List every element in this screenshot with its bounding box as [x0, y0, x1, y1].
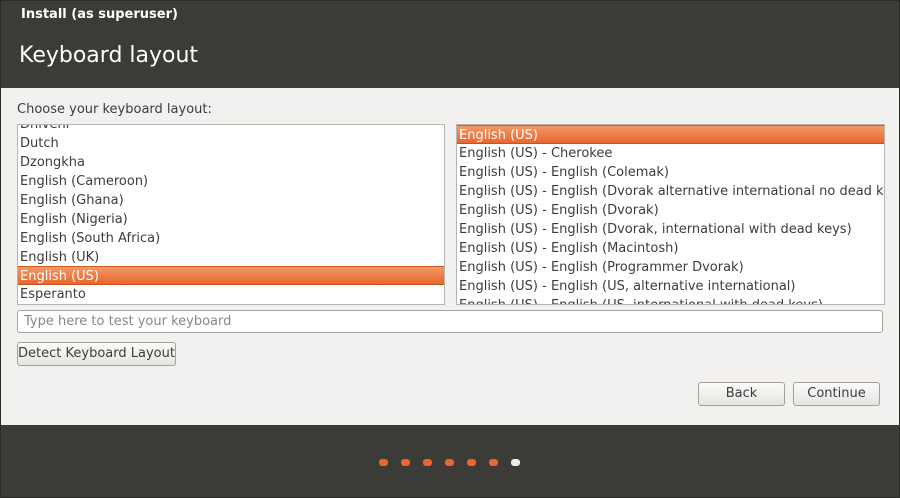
- layout-item-selected[interactable]: English (US): [18, 266, 444, 285]
- progress-dot: [489, 459, 498, 466]
- variant-item[interactable]: English (US) - English (US, internationa…: [457, 296, 884, 304]
- progress-dot: [379, 459, 388, 466]
- layout-item[interactable]: Dutch: [18, 134, 444, 153]
- variant-item[interactable]: English (US) - English (Programmer Dvora…: [457, 258, 884, 277]
- variant-item[interactable]: English (US) - Cherokee: [457, 144, 884, 163]
- window-title: Install (as superuser): [21, 7, 178, 22]
- progress-indicator: [379, 459, 520, 467]
- layout-item[interactable]: Esperanto: [18, 285, 444, 304]
- variant-item[interactable]: English (US) - English (US, alternative …: [457, 277, 884, 296]
- variant-item[interactable]: English (US) - English (Dvorak alternati…: [457, 182, 884, 201]
- detect-layout-button[interactable]: Detect Keyboard Layout: [17, 342, 176, 366]
- layout-item[interactable]: English (South Africa): [18, 229, 444, 248]
- variant-item[interactable]: English (US) - English (Macintosh): [457, 239, 884, 258]
- progress-dot: [445, 459, 454, 466]
- back-button[interactable]: Back: [698, 382, 785, 406]
- variant-item-selected[interactable]: English (US): [457, 125, 884, 144]
- variant-item[interactable]: English (US) - English (Colemak): [457, 163, 884, 182]
- progress-dot: [423, 459, 432, 466]
- layout-item[interactable]: Dhivehi: [18, 125, 444, 134]
- progress-dot-current: [511, 459, 520, 466]
- layout-prompt: Choose your keyboard layout:: [17, 102, 212, 117]
- page-title: Keyboard layout: [19, 43, 199, 68]
- layout-item[interactable]: English (Cameroon): [18, 172, 444, 191]
- footer-bar: [1, 425, 899, 497]
- variant-item[interactable]: English (US) - English (Dvorak, internat…: [457, 220, 884, 239]
- layout-list[interactable]: Dhivehi Dutch Dzongkha English (Cameroon…: [17, 124, 445, 305]
- progress-dot: [401, 459, 410, 466]
- layout-item[interactable]: Dzongkha: [18, 153, 444, 172]
- installer-window: Install (as superuser) Keyboard layout C…: [0, 0, 900, 498]
- layout-item[interactable]: English (UK): [18, 248, 444, 267]
- progress-dot: [467, 459, 476, 466]
- variant-list[interactable]: English (US) English (US) - Cherokee Eng…: [456, 124, 885, 305]
- keyboard-test-input[interactable]: [17, 310, 883, 333]
- variant-item[interactable]: English (US) - English (Dvorak): [457, 201, 884, 220]
- layout-item[interactable]: English (Nigeria): [18, 210, 444, 229]
- header-bar: Install (as superuser) Keyboard layout: [1, 1, 899, 88]
- continue-button[interactable]: Continue: [793, 382, 880, 406]
- layout-item[interactable]: English (Ghana): [18, 191, 444, 210]
